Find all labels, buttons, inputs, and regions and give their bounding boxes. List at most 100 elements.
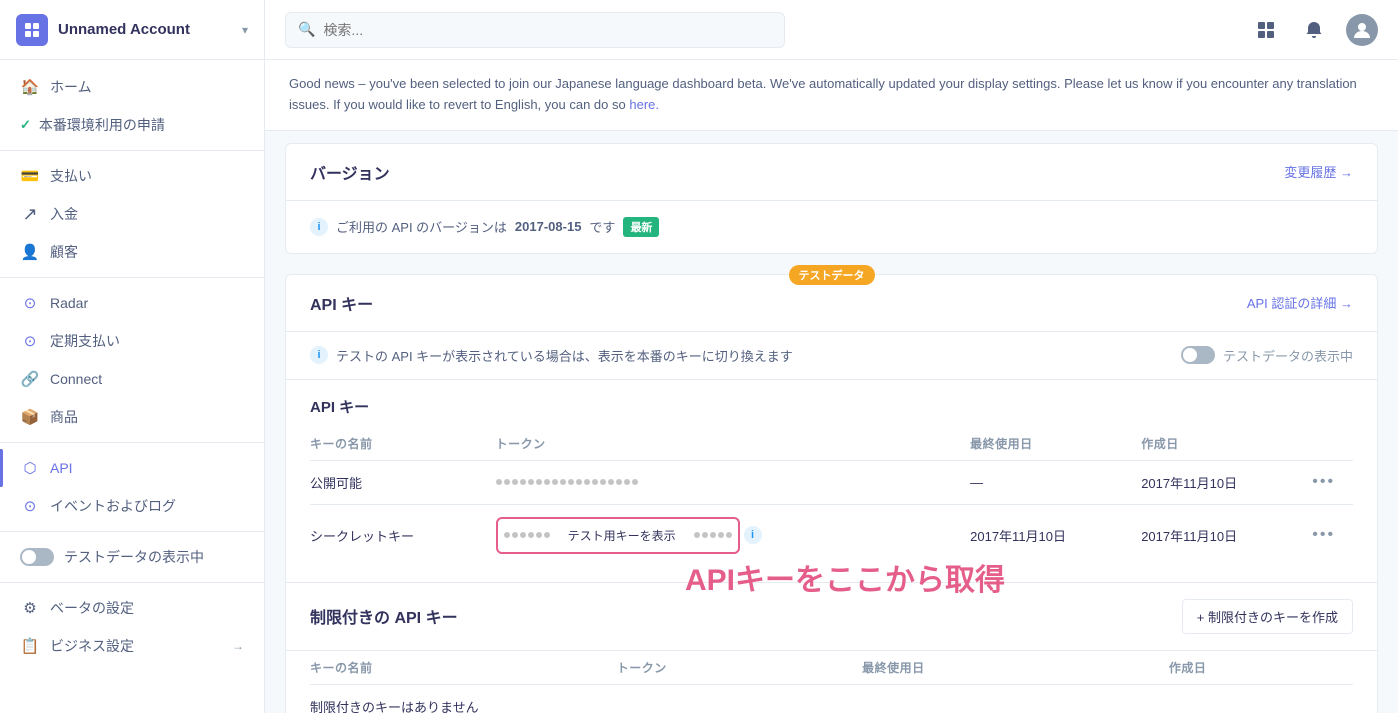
api-icon: ⬡	[20, 458, 40, 478]
sidebar-item-connect[interactable]: 🔗 Connect	[0, 360, 264, 398]
connect-icon: 🔗	[20, 369, 40, 389]
search-icon: 🔍	[298, 21, 315, 38]
payments-icon: 💳	[20, 166, 40, 186]
account-chevron[interactable]: ▾	[242, 23, 248, 37]
user-avatar[interactable]	[1346, 14, 1378, 46]
beta-icon: ⚙	[20, 598, 40, 618]
business-icon: 📋	[20, 636, 40, 656]
nav-divider	[0, 582, 264, 583]
notice-bar: Good news – you've been selected to join…	[265, 60, 1398, 131]
key-token-public	[496, 460, 971, 504]
col-last-used-r: 最終使用日	[862, 651, 1169, 685]
home-icon: 🏠	[20, 77, 40, 97]
sidebar-item-radar[interactable]: ⊙ Radar	[0, 284, 264, 322]
nav-divider	[0, 531, 264, 532]
sidebar-nav: 🏠 ホーム ✓ 本番環境利用の申請 💳 支払い ↗ 入金 👤 顧客 ⊙ Rada…	[0, 60, 264, 713]
sidebar-item-home[interactable]: 🏠 ホーム	[0, 68, 264, 106]
restricted-header: 制限付きの API キー + 制限付きのキーを作成	[286, 582, 1377, 651]
product-icon: 📦	[20, 407, 40, 427]
sidebar-item-label: ベータの設定	[50, 598, 134, 618]
sidebar-item-label: API	[50, 460, 73, 476]
sidebar-item-label: 本番環境利用の申請	[39, 115, 165, 135]
key-token-secret: テスト用キーを表示 i	[496, 504, 971, 566]
info-icon2: i	[310, 346, 328, 364]
add-restricted-button[interactable]: + 制限付きのキーを作成	[1182, 599, 1353, 634]
col-created: 作成日	[1141, 427, 1312, 461]
sidebar-item-business[interactable]: 📋 ビジネス設定 →	[0, 627, 264, 665]
sidebar-item-events[interactable]: ⊙ イベントおよびログ	[0, 487, 264, 525]
sidebar-item-label: 入金	[50, 204, 78, 224]
changelog-link[interactable]: 変更履歴 →	[1284, 162, 1353, 181]
deposit-icon: ↗	[20, 204, 40, 224]
info-icon: i	[310, 218, 328, 236]
version-suffix: です	[589, 217, 615, 236]
sidebar-item-label: 支払い	[50, 166, 92, 186]
key-name-public: 公開可能	[310, 460, 496, 504]
toggle-label: テストデータの表示中	[64, 547, 204, 567]
key-created-public: 2017年11月10日	[1141, 460, 1312, 504]
sidebar-item-deposit[interactable]: ↗ 入金	[0, 195, 264, 233]
sidebar-header: Unnamed Account ▾	[0, 0, 264, 60]
key-last-used-public: —	[970, 460, 1141, 504]
testdata-toggle[interactable]: テストデータの表示中	[0, 538, 264, 576]
testdata-toggle-label: テストデータの表示中	[1223, 346, 1353, 365]
sidebar-item-label: 定期支払い	[50, 331, 120, 351]
table-row: シークレットキー テスト用キーを表示	[310, 504, 1353, 566]
col-created-r: 作成日	[1169, 651, 1353, 685]
content-area: Good news – you've been selected to join…	[265, 60, 1398, 713]
sidebar-item-label: 顧客	[50, 242, 78, 262]
version-header: バージョン 変更履歴 →	[286, 144, 1377, 201]
testdata-badge: テストデータ	[789, 265, 875, 285]
sidebar-item-api[interactable]: ⬡ API	[0, 449, 264, 487]
api-keys-table: キーの名前 トークン 最終使用日 作成日 公開可能	[310, 427, 1353, 566]
sidebar-item-label: イベントおよびログ	[50, 496, 176, 516]
testdata-notice: i テストの API キーが表示されている場合は、表示を本番のキーに切り換えます…	[286, 332, 1377, 380]
testdata-toggle-switch[interactable]	[1181, 346, 1215, 364]
apikeys-title: API キー	[310, 291, 373, 315]
nav-divider	[0, 277, 264, 278]
version-panel: バージョン 変更履歴 → i ご利用の API のバージョンは 2017-08-…	[285, 143, 1378, 254]
radar-icon: ⊙	[20, 293, 40, 313]
no-keys-message: 制限付きのキーはありません	[310, 684, 1353, 713]
col-name: キーの名前	[310, 427, 496, 461]
check-icon: ✓	[20, 117, 31, 133]
more-options-icon[interactable]: •••	[1312, 526, 1335, 543]
latest-badge: 最新	[623, 217, 659, 237]
customer-icon: 👤	[20, 242, 40, 262]
testdata-notice-text: テストの API キーが表示されている場合は、表示を本番のキーに切り換えます	[336, 346, 793, 365]
sidebar-item-label: Connect	[50, 371, 102, 387]
key-actions-public: •••	[1312, 460, 1353, 504]
topbar-icons	[1250, 14, 1378, 46]
sidebar-item-payments[interactable]: 💳 支払い	[0, 157, 264, 195]
table-row: 公開可能 —	[310, 460, 1353, 504]
sidebar: Unnamed Account ▾ 🏠 ホーム ✓ 本番環境利用の申請 💳 支払…	[0, 0, 265, 713]
grid-icon[interactable]	[1250, 14, 1282, 46]
toggle-switch[interactable]	[20, 548, 54, 566]
key-name-secret: シークレットキー	[310, 504, 496, 566]
sidebar-item-apply[interactable]: ✓ 本番環境利用の申請	[0, 106, 264, 144]
sidebar-item-subscription[interactable]: ⊙ 定期支払い	[0, 322, 264, 360]
nav-divider	[0, 442, 264, 443]
search-box[interactable]: 🔍	[285, 12, 785, 48]
info-icon3: i	[744, 526, 762, 544]
main: 🔍 Good news – you've been selected to jo…	[265, 0, 1398, 713]
col-token-r: トークン	[617, 651, 862, 685]
reveal-key-button[interactable]: テスト用キーを表示	[554, 521, 690, 550]
sidebar-item-product[interactable]: 📦 商品	[0, 398, 264, 436]
col-last-used: 最終使用日	[970, 427, 1141, 461]
col-token: トークン	[496, 427, 971, 461]
notice-link[interactable]: here.	[629, 97, 659, 112]
topbar: 🔍	[265, 0, 1398, 60]
nav-divider	[0, 150, 264, 151]
key-created-secret: 2017年11月10日	[1141, 504, 1312, 566]
sidebar-item-customer[interactable]: 👤 顧客	[0, 233, 264, 271]
version-body: i ご利用の API のバージョンは 2017-08-15 です 最新	[286, 201, 1377, 253]
more-options-icon[interactable]: •••	[1312, 473, 1335, 490]
search-input[interactable]	[323, 22, 772, 38]
bell-icon[interactable]	[1298, 14, 1330, 46]
col-name-r: キーの名前	[310, 651, 617, 685]
api-detail-link[interactable]: API 認証の詳細 →	[1247, 293, 1353, 312]
restricted-keys-table: キーの名前 トークン 最終使用日 作成日 制限付きのキーはありません	[310, 651, 1353, 713]
sidebar-item-beta[interactable]: ⚙ ベータの設定	[0, 589, 264, 627]
key-actions-secret: •••	[1312, 504, 1353, 566]
